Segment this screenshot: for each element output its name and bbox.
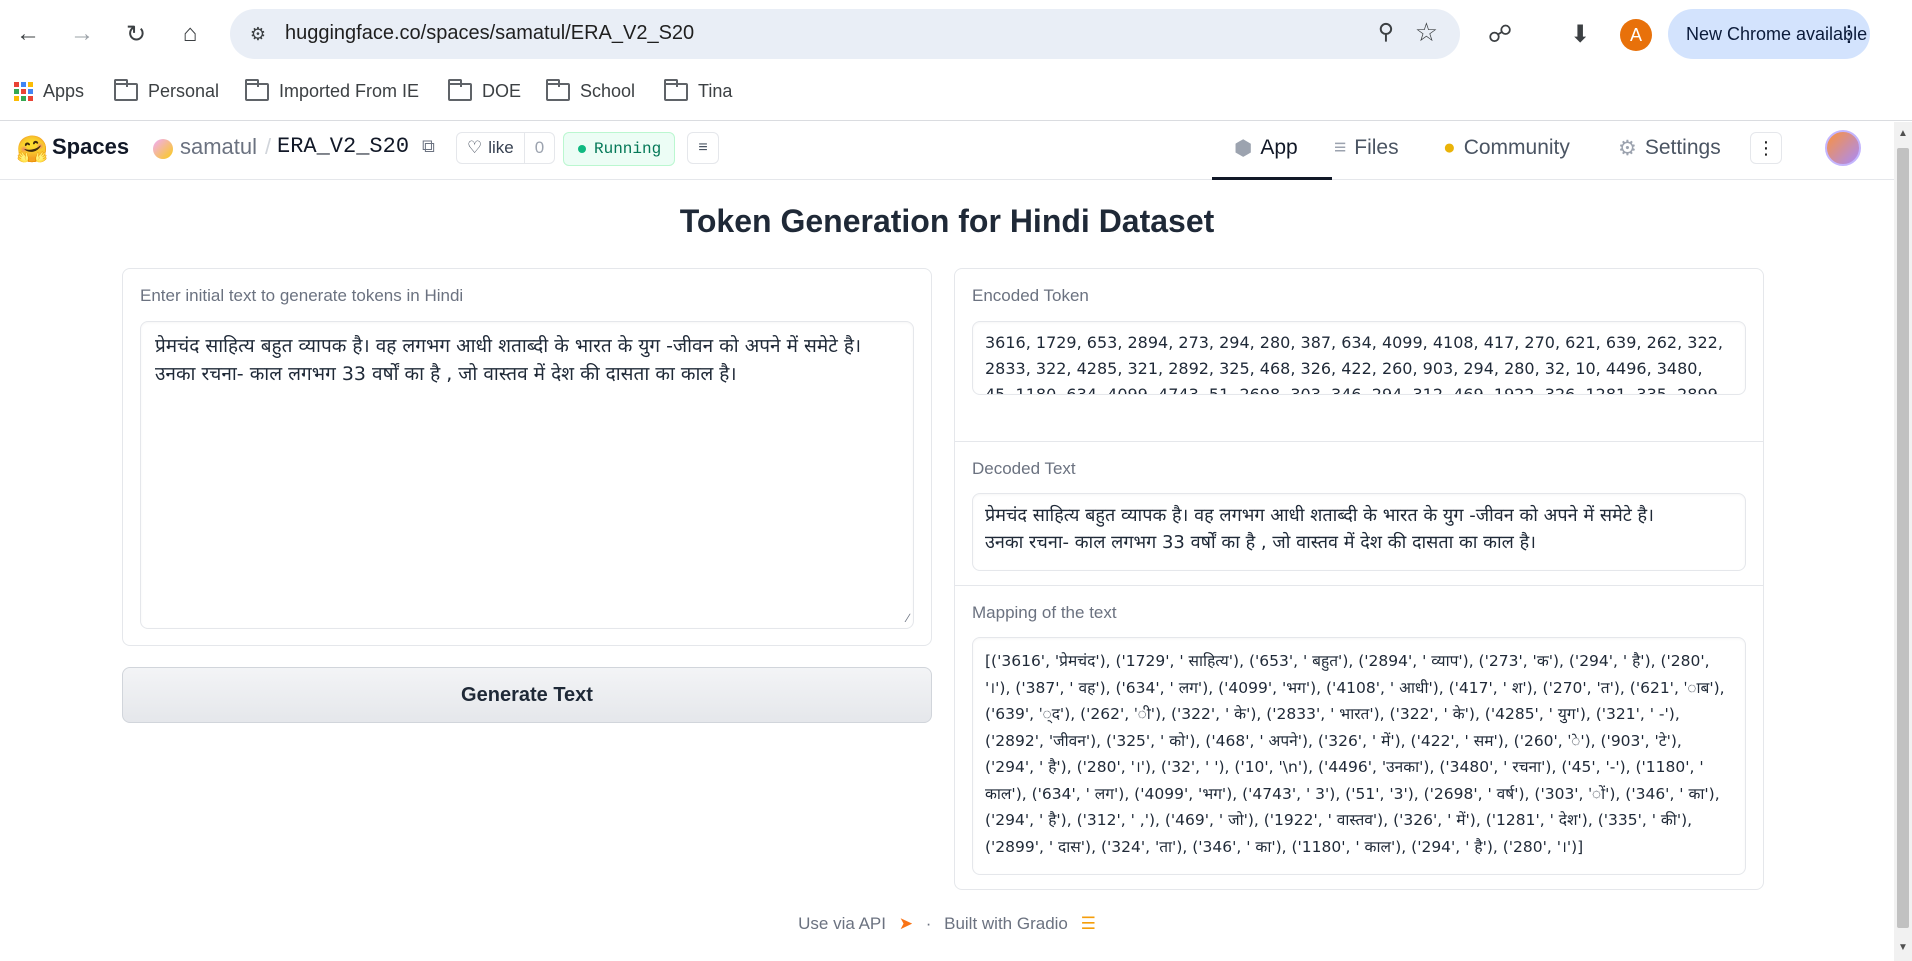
bookmark-label: DOE <box>482 81 522 101</box>
page-scrollbar[interactable]: ▲ ▼ <box>1894 122 1912 961</box>
forward-arrow-icon[interactable]: → <box>62 14 102 54</box>
folder-icon <box>114 78 138 101</box>
download-icon[interactable]: ⬇ <box>1560 14 1600 54</box>
logs-icon: ≡ <box>698 139 708 156</box>
bookmark-apps[interactable]: Apps <box>14 81 84 102</box>
bookmark-label: Tina <box>698 81 733 101</box>
folder-icon <box>546 78 570 101</box>
like-count: 0 <box>534 138 545 157</box>
back-arrow-icon[interactable]: ← <box>8 14 48 54</box>
hf-space-header: 🤗 Spaces samatul / ERA_V2_S20 ⧉ ♡ like 0 … <box>0 122 1894 180</box>
tab-label: Settings <box>1644 136 1721 159</box>
bookmark-label: School <box>580 81 636 101</box>
input-label: Enter initial text to generate tokens in… <box>140 286 464 305</box>
panel-divider <box>955 585 1763 586</box>
owner-avatar <box>153 139 173 159</box>
extensions-icon[interactable]: ☍ <box>1480 14 1520 54</box>
status-dot-icon <box>578 145 586 153</box>
tab-label: App <box>1260 136 1298 159</box>
chrome-menu-icon[interactable]: ⋮ <box>1838 21 1860 47</box>
site-info-icon[interactable]: ⚙ <box>244 20 272 48</box>
mapping-textarea[interactable]: [('3616', 'प्रेमचंद'), ('1729', ' साहित्… <box>972 637 1746 875</box>
scroll-up-icon[interactable]: ▲ <box>1898 128 1908 139</box>
app-cube-icon: ⬢ <box>1234 137 1253 160</box>
folder-icon <box>448 78 472 101</box>
decoded-label: Decoded Text <box>972 459 1076 478</box>
user-avatar[interactable] <box>1825 130 1861 166</box>
bookmark-doe[interactable]: DOE <box>448 78 522 102</box>
hugging-face-logo-icon[interactable]: 🤗 <box>16 134 48 165</box>
bookmark-label: Imported From IE <box>279 81 420 101</box>
bookmark-star-icon[interactable]: ☆ <box>1415 17 1438 48</box>
panel-divider <box>955 441 1763 442</box>
page-title: Token Generation for Hindi Dataset <box>679 203 1215 239</box>
copy-icon[interactable]: ⧉ <box>422 136 435 157</box>
tab-settings[interactable]: ⚙ Settings <box>1618 132 1721 180</box>
gear-icon: ⚙ <box>1618 137 1637 160</box>
use-via-api-link[interactable]: Use via API <box>798 914 886 933</box>
status-label: Running <box>594 140 662 158</box>
community-icon: ● <box>1443 136 1456 159</box>
bookmark-school[interactable]: School <box>546 78 636 102</box>
status-badge[interactable]: Running <box>563 132 675 166</box>
bookmark-label: Apps <box>43 81 85 101</box>
url-text[interactable]: huggingface.co/spaces/samatul/ERA_V2_S20 <box>285 22 694 45</box>
rocket-icon: ➤ <box>898 914 913 933</box>
more-options-button[interactable]: ⋮ <box>1750 132 1782 164</box>
like-button[interactable]: ♡ like 0 <box>456 132 556 164</box>
files-icon: ≡ <box>1334 136 1347 159</box>
address-bar[interactable]: ⚙ huggingface.co/spaces/samatul/ERA_V2_S… <box>230 9 1460 59</box>
tab-files[interactable]: ≡ Files <box>1334 132 1399 180</box>
bookmarks-bar: Apps Personal Imported From IE DOE Schoo… <box>0 69 1912 121</box>
apps-grid-icon <box>14 82 33 101</box>
tab-label: Files <box>1354 136 1399 159</box>
input-panel: Enter initial text to generate tokens in… <box>122 268 932 646</box>
folder-icon <box>245 78 269 101</box>
kebab-icon: ⋮ <box>1757 137 1775 158</box>
generate-text-button[interactable]: Generate Text <box>122 667 932 723</box>
scrollbar-thumb[interactable] <box>1897 148 1909 928</box>
home-icon[interactable]: ⌂ <box>170 14 210 54</box>
bookmark-label: Personal <box>148 81 220 101</box>
footer-separator: · <box>925 914 932 933</box>
reload-icon[interactable]: ↻ <box>116 14 156 54</box>
gradio-footer: Use via API ➤ · Built with Gradio ☰ <box>0 914 1894 934</box>
spaces-link[interactable]: Spaces <box>52 134 129 160</box>
profile-avatar[interactable]: A <box>1620 19 1652 51</box>
browser-toolbar: ← → ↻ ⌂ ⚙ huggingface.co/spaces/samatul/… <box>0 0 1912 69</box>
tab-label: Community <box>1463 136 1570 159</box>
tab-app[interactable]: ⬢ App <box>1212 132 1332 180</box>
tab-community[interactable]: ● Community <box>1443 132 1570 180</box>
mapping-label: Mapping of the text <box>972 603 1117 622</box>
decoded-textarea[interactable]: प्रेमचंद साहित्य बहुत व्यापक है। वह लगभग… <box>972 493 1746 571</box>
encoded-textarea[interactable]: 3616, 1729, 653, 2894, 273, 294, 280, 38… <box>972 321 1746 395</box>
heart-icon: ♡ <box>467 138 483 157</box>
bookmark-personal[interactable]: Personal <box>114 78 220 102</box>
folder-icon <box>664 78 688 101</box>
update-chrome-button[interactable]: New Chrome available ⋮ <box>1668 9 1870 59</box>
path-separator: / <box>265 134 272 159</box>
encoded-label: Encoded Token <box>972 286 1089 305</box>
like-label: like <box>488 138 514 157</box>
repo-name[interactable]: ERA_V2_S20 <box>277 134 409 159</box>
owner-link[interactable]: samatul <box>180 134 257 160</box>
input-textarea[interactable]: प्रेमचंद साहित्य बहुत व्यापक है। वह लगभग… <box>140 321 914 629</box>
resize-handle-icon[interactable]: ∕ <box>907 611 909 625</box>
gradio-logo-icon: ☰ <box>1080 914 1096 933</box>
output-panel: Encoded Token 3616, 1729, 653, 2894, 273… <box>954 268 1764 890</box>
scroll-down-icon[interactable]: ▼ <box>1898 942 1908 953</box>
logs-button[interactable]: ≡ <box>687 132 719 164</box>
bookmark-imported-from-ie[interactable]: Imported From IE <box>245 78 420 102</box>
built-with-gradio-link[interactable]: Built with Gradio <box>944 914 1068 933</box>
zoom-icon[interactable]: ⚲ <box>1378 19 1394 45</box>
bookmark-tina[interactable]: Tina <box>664 78 733 102</box>
